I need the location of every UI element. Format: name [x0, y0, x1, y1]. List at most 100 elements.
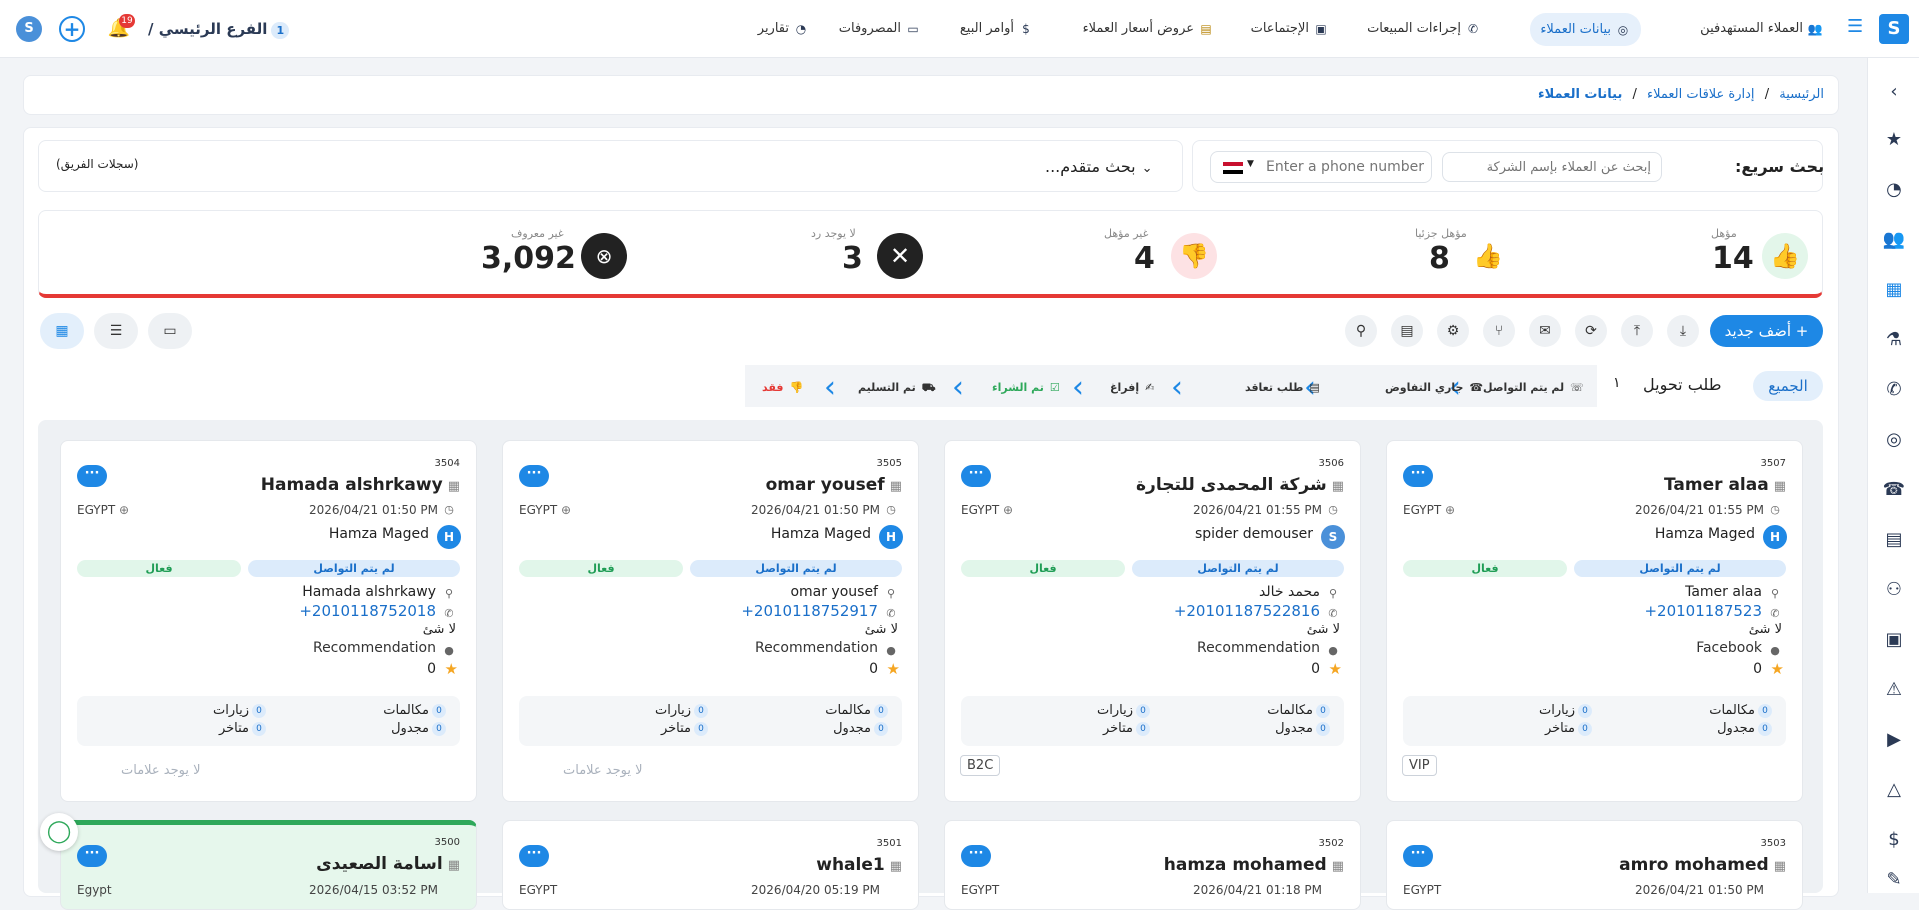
- card-title[interactable]: ▦whale1: [816, 855, 902, 875]
- card-title[interactable]: ▦omar yousef: [766, 475, 902, 495]
- nav-sales-actions[interactable]: ✆إجراءات المبيعات: [1357, 14, 1491, 44]
- star-icon[interactable]: ★: [1882, 128, 1906, 152]
- card-owner: Hamza Maged: [770, 526, 871, 542]
- card-title[interactable]: ▦hamza mohamed: [1164, 855, 1344, 875]
- kpi-value-unknown: 3,092: [481, 241, 576, 276]
- phone-input[interactable]: [1266, 156, 1426, 178]
- add-plus-button[interactable]: +: [59, 16, 85, 42]
- contact-phone[interactable]: +20101187522816: [1174, 602, 1320, 620]
- more-options-button[interactable]: ···: [1403, 465, 1433, 487]
- customer-card[interactable]: 3504 ▦Hamada alshrkawy ··· ◷ 2026/04/21 …: [60, 440, 477, 802]
- country-dropdown-icon[interactable]: ▼: [1247, 159, 1254, 169]
- card-country: EGYPT ⊕: [1403, 503, 1456, 517]
- team-icon[interactable]: ⚇: [1882, 578, 1906, 602]
- refresh-icon[interactable]: ⟳: [1575, 315, 1607, 347]
- nav-target-customers[interactable]: 👥العملاء المستهدفين: [1690, 14, 1833, 44]
- add-new-button[interactable]: + أضف جديد: [1710, 315, 1823, 347]
- card-list-icon[interactable]: ▤: [1391, 315, 1423, 347]
- card-title[interactable]: ▦Tamer alaa: [1664, 475, 1786, 495]
- cash-icon[interactable]: ▣: [1882, 628, 1906, 652]
- nav-reports[interactable]: ◔تقارير: [748, 14, 819, 44]
- collapse-chevron-icon[interactable]: ‹: [1882, 80, 1906, 104]
- contact-phone[interactable]: +2010118752018: [299, 602, 436, 620]
- card-title[interactable]: ▦شركة المحمدى للتجارة: [1136, 475, 1344, 495]
- breadcrumb-crm[interactable]: إدارة علاقات العملاء: [1647, 87, 1755, 102]
- app-logo[interactable]: S: [1879, 14, 1909, 44]
- branch-selector[interactable]: 1الفرع الرئيسي /: [148, 16, 290, 42]
- users-icon[interactable]: 👥: [1882, 228, 1906, 252]
- tag-badge[interactable]: B2C: [960, 755, 1001, 776]
- rating-value: 0: [427, 661, 436, 677]
- mail-icon[interactable]: ✉: [1529, 315, 1561, 347]
- telephone-icon[interactable]: ☎: [1882, 478, 1906, 502]
- warning-icon[interactable]: ⚠: [1882, 678, 1906, 702]
- card-title[interactable]: ▦Hamada alshrkawy: [261, 475, 460, 495]
- stage-purchased[interactable]: ☑تم الشراء: [992, 373, 1060, 403]
- branch-merge-icon[interactable]: ⑂: [1483, 315, 1515, 347]
- download-icon[interactable]: ⤓: [1667, 315, 1699, 347]
- document-clock-icon[interactable]: ▤: [1882, 528, 1906, 552]
- dashboard-gauge-icon[interactable]: ◔: [1882, 178, 1906, 202]
- stage-discharge[interactable]: ✍إفراغ: [1110, 373, 1154, 403]
- company-search-input[interactable]: [1442, 152, 1662, 182]
- no-tags-label: لا يوجد علامات: [121, 763, 201, 778]
- upload-icon[interactable]: ⤒: [1621, 315, 1653, 347]
- more-options-button[interactable]: ···: [77, 845, 107, 867]
- quick-search-label: بحث سريع:: [1735, 157, 1825, 176]
- clock-icon: ◷: [1770, 503, 1780, 516]
- nav-expenses[interactable]: ▭المصروفات: [829, 14, 931, 44]
- hamburger-menu-icon[interactable]: ☰: [1847, 18, 1865, 36]
- phone-field[interactable]: ▼: [1210, 151, 1432, 183]
- customer-card[interactable]: 3501 ▦whale1 ··· 2026/04/20 05:19 PM EGY…: [502, 820, 919, 910]
- breadcrumb-home[interactable]: الرئيسية: [1779, 87, 1824, 102]
- pen-icon[interactable]: ✎: [1882, 868, 1906, 892]
- video-icon[interactable]: ▶: [1882, 728, 1906, 752]
- advanced-search-toggle[interactable]: ⌄بحث متقدم...: [1045, 157, 1153, 176]
- customer-card[interactable]: 3500 ▦اسامة الصعيدى ··· 2026/04/15 03:52…: [60, 820, 477, 910]
- target-icon[interactable]: ◎: [1882, 428, 1906, 452]
- contact-phone[interactable]: +20101187523: [1644, 602, 1762, 620]
- card-country: EGYPT: [961, 883, 1000, 897]
- more-options-button[interactable]: ···: [519, 465, 549, 487]
- customer-card[interactable]: 3503 ▦amro mohamed ··· 2026/04/21 01:50 …: [1386, 820, 1803, 910]
- phone-icon: ✆: [886, 607, 896, 620]
- invoice-icon[interactable]: $: [1882, 828, 1906, 852]
- nav-meetings[interactable]: ▣الإجتماعات: [1241, 14, 1339, 44]
- stage-not-contacted[interactable]: ☏لم يتم التواصل: [1483, 373, 1584, 403]
- customer-card[interactable]: 3505 ▦omar yousef ··· ◷ 2026/04/21 01:50…: [502, 440, 919, 802]
- status-badge: فعال: [77, 560, 241, 577]
- view-card-button[interactable]: ▭: [148, 313, 192, 349]
- customer-card[interactable]: 3507 ▦Tamer alaa ··· ◷ 2026/04/21 01:55 …: [1386, 440, 1803, 802]
- view-grid-button[interactable]: ▦: [40, 313, 84, 349]
- stage-delivered[interactable]: ⛟تم التسليم: [858, 373, 936, 403]
- stage-contract-request[interactable]: ▤طلب تعاقد: [1245, 373, 1320, 403]
- more-options-button[interactable]: ···: [961, 465, 991, 487]
- user-lock-icon[interactable]: ⚲: [1345, 315, 1377, 347]
- view-list-button[interactable]: ☰: [94, 313, 138, 349]
- triangle-ruler-icon[interactable]: △: [1882, 778, 1906, 802]
- card-title[interactable]: ▦اسامة الصعيدى: [316, 854, 460, 874]
- nav-sales-orders[interactable]: $أوامر البيع: [950, 14, 1044, 44]
- filter-transfer-request[interactable]: طلب تحويل: [1643, 375, 1721, 394]
- floating-loader-icon[interactable]: ◯: [40, 813, 78, 851]
- filter-all[interactable]: الجميع: [1753, 371, 1823, 401]
- company-logo-icon[interactable]: S: [16, 16, 42, 42]
- phone-icon[interactable]: ✆: [1882, 378, 1906, 402]
- nav-customer-data[interactable]: ◎بيانات العملاء: [1530, 13, 1641, 46]
- egypt-flag-icon[interactable]: [1223, 162, 1243, 174]
- user-settings-icon[interactable]: ⚙: [1437, 315, 1469, 347]
- contact-phone[interactable]: +2010118752917: [741, 602, 878, 620]
- tag-badge[interactable]: VIP: [1402, 755, 1437, 776]
- nav-customer-quotes[interactable]: ▤عروض أسعار العملاء: [1073, 14, 1224, 44]
- more-options-button[interactable]: ···: [519, 845, 549, 867]
- more-options-button[interactable]: ···: [77, 465, 107, 487]
- more-options-button[interactable]: ···: [1403, 845, 1433, 867]
- more-options-button[interactable]: ···: [961, 845, 991, 867]
- stage-negotiating[interactable]: ☎جاري التفاوض: [1385, 373, 1483, 403]
- card-title[interactable]: ▦amro mohamed: [1619, 855, 1786, 875]
- building-icon[interactable]: ▦: [1882, 278, 1906, 302]
- microscope-icon[interactable]: ⚗: [1882, 328, 1906, 352]
- customer-card[interactable]: 3506 ▦شركة المحمدى للتجارة ··· ◷ 2026/04…: [944, 440, 1361, 802]
- stage-lost[interactable]: 👎فقد: [762, 373, 803, 403]
- customer-card[interactable]: 3502 ▦hamza mohamed ··· 2026/04/21 01:18…: [944, 820, 1361, 910]
